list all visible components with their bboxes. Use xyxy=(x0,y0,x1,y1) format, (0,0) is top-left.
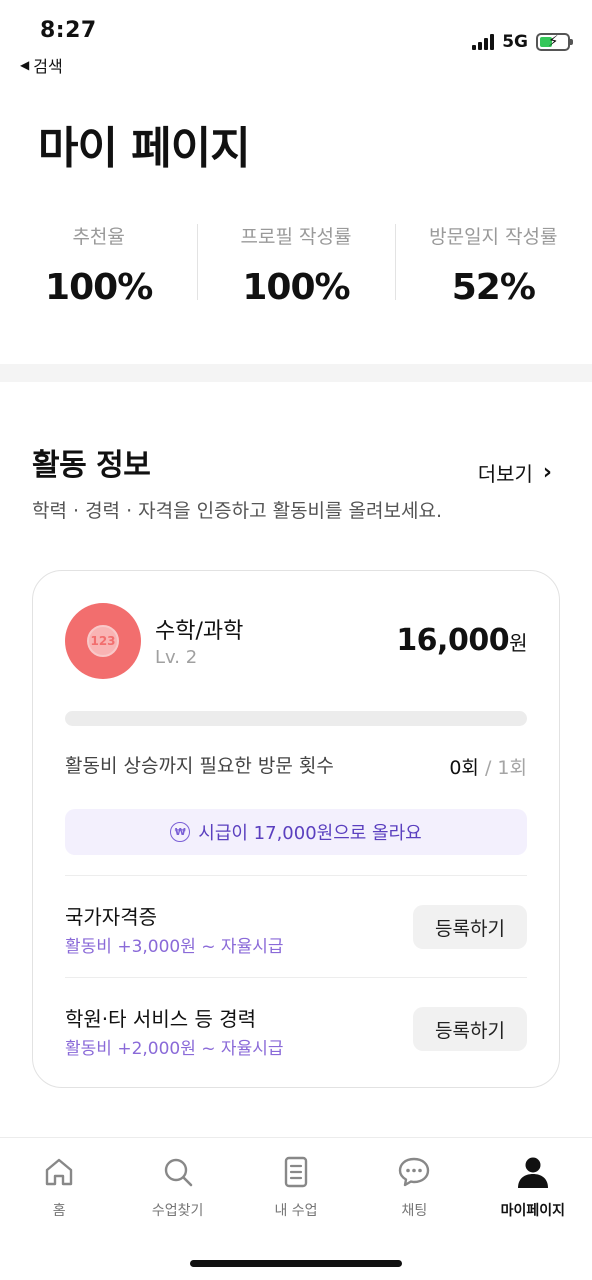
subject-icon-text: 123 xyxy=(87,625,119,657)
stats-row: 추천율 100% 프로필 작성률 100% 방문일지 작성률 52% xyxy=(0,222,592,308)
chat-icon xyxy=(399,1157,430,1187)
signal-icon xyxy=(472,34,495,50)
search-icon xyxy=(164,1158,192,1187)
subject-math-icon: 123 xyxy=(65,603,141,679)
raise-message: 시급이 17,000원으로 올라요 xyxy=(198,823,422,844)
tab-chat[interactable]: 채팅 xyxy=(355,1138,473,1237)
stat-recommend-rate: 추천율 100% xyxy=(0,222,197,308)
tab-label: 홈 xyxy=(52,1203,66,1219)
stat-label: 추천율 xyxy=(72,226,125,248)
my-page-screen: 8:27 ◀ 검색 5G ⚡ 마이 페이지 추천율 100% 프로필 작성률 1… xyxy=(0,0,592,1280)
chevron-right-icon: › xyxy=(542,460,552,485)
back-arrow-icon: ◀ xyxy=(20,58,30,72)
stat-value: 100% xyxy=(242,267,350,308)
visits-separator: / xyxy=(484,757,492,779)
section-divider xyxy=(0,364,592,382)
tab-label: 마이페이지 xyxy=(500,1203,566,1219)
card-divider xyxy=(65,977,527,978)
register-certificate-button[interactable]: 등록하기 xyxy=(413,905,527,949)
stat-profile-rate: 프로필 작성률 100% xyxy=(197,222,394,308)
subject-name: 수학/과학 xyxy=(155,619,244,644)
tab-my-page[interactable]: 마이페이지 xyxy=(474,1138,592,1237)
subject-level: Lv. 2 xyxy=(155,647,198,668)
visits-count: 0회 / 1회 xyxy=(449,753,527,780)
national-certificate-bonus: 활동비 +3,000원 ~ 자율시급 xyxy=(65,937,284,957)
status-time: 8:27 xyxy=(40,18,97,43)
visits-done: 0회 xyxy=(449,757,479,779)
stat-value: 100% xyxy=(45,267,153,308)
career-title: 학원·타 서비스 등 경력 xyxy=(65,1007,257,1031)
charging-bolt-icon: ⚡ xyxy=(548,32,559,50)
card-divider xyxy=(65,875,527,876)
wage-up-icon: ₩ xyxy=(170,822,191,842)
stat-label: 방문일지 작성률 xyxy=(429,226,558,248)
stat-visit-log-rate: 방문일지 작성률 52% xyxy=(394,222,592,308)
home-indicator xyxy=(190,1260,402,1267)
document-icon xyxy=(284,1156,308,1188)
more-label: 더보기 xyxy=(477,462,533,486)
back-to-search-link[interactable]: ◀ 검색 xyxy=(20,53,63,77)
wage-unit: 원 xyxy=(509,631,527,655)
hourly-wage: 16,000원 xyxy=(396,623,527,658)
tab-home[interactable]: 홈 xyxy=(0,1138,118,1237)
activity-section-title: 활동 정보 xyxy=(32,448,151,483)
visit-progress-bar xyxy=(65,711,527,726)
tab-label: 내 수업 xyxy=(274,1203,318,1219)
tab-label: 수업찾기 xyxy=(151,1203,204,1219)
tab-my-classes[interactable]: 내 수업 xyxy=(237,1138,355,1237)
tab-label: 채팅 xyxy=(401,1203,428,1219)
visits-total: 1회 xyxy=(497,757,527,779)
bottom-tab-bar: 홈 수업찾기 내 수업 채팅 마이페이지 xyxy=(0,1137,592,1237)
network-type: 5G xyxy=(502,32,528,52)
back-label: 검색 xyxy=(33,57,63,76)
stat-label: 프로필 작성률 xyxy=(240,226,352,248)
more-button[interactable]: 더보기 › xyxy=(478,458,552,487)
status-indicators: 5G ⚡ xyxy=(472,32,573,52)
page-title: 마이 페이지 xyxy=(38,123,251,174)
battery-icon: ⚡ xyxy=(536,32,573,51)
national-certificate-title: 국가자격증 xyxy=(65,905,157,929)
career-bonus: 활동비 +2,000원 ~ 자율시급 xyxy=(65,1039,284,1059)
activity-description: 학력 · 경력 · 자격을 인증하고 활동비를 올려보세요. xyxy=(32,500,442,522)
tab-find-class[interactable]: 수업찾기 xyxy=(118,1138,236,1237)
register-career-button[interactable]: 등록하기 xyxy=(413,1007,527,1051)
home-icon xyxy=(46,1158,73,1186)
visits-label: 활동비 상승까지 필요한 방문 횟수 xyxy=(65,755,334,777)
activity-card: 123 수학/과학 Lv. 2 16,000원 활동비 상승까지 필요한 방문 … xyxy=(32,570,560,1088)
wage-raise-banner: ₩ 시급이 17,000원으로 올라요 xyxy=(65,809,527,855)
stat-value: 52% xyxy=(451,267,536,308)
wage-amount: 16,000 xyxy=(396,623,510,658)
person-icon xyxy=(517,1157,548,1188)
